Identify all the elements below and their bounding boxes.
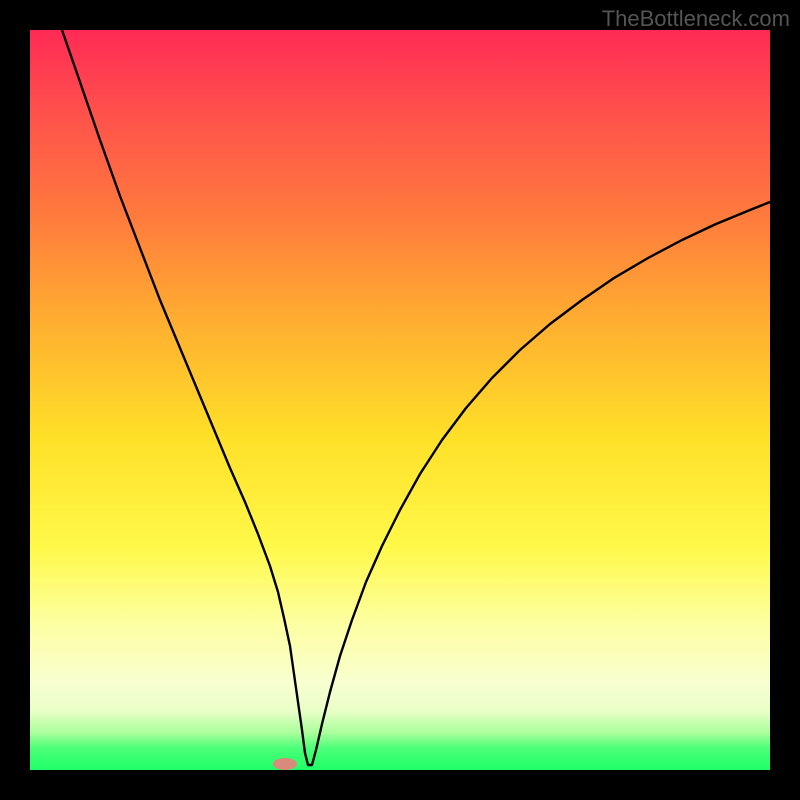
watermark-text: TheBottleneck.com — [602, 6, 790, 32]
gradient-plot-area — [30, 30, 770, 770]
